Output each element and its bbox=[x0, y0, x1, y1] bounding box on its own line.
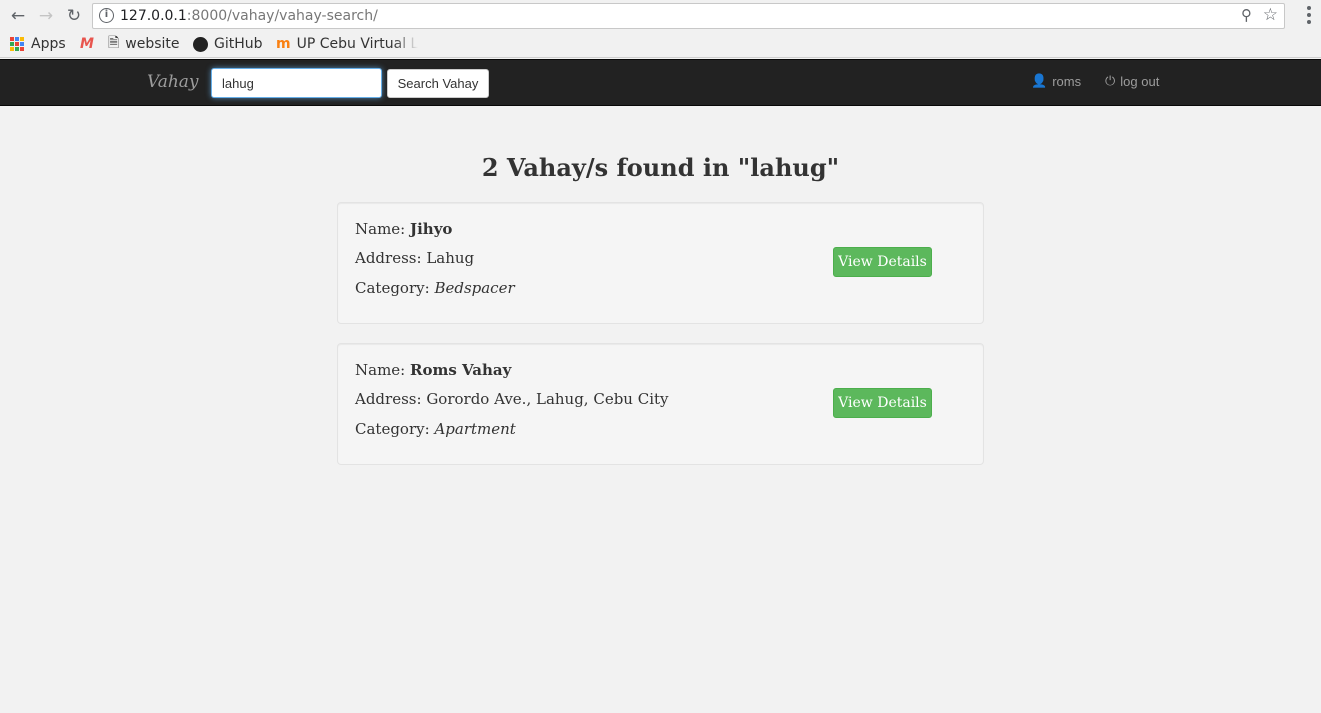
browser-menu-icon[interactable] bbox=[1307, 6, 1311, 24]
bookmark-favicon[interactable]: M bbox=[80, 33, 94, 55]
result-address: Address: Lahug bbox=[355, 249, 475, 267]
info-icon[interactable]: i bbox=[99, 8, 114, 23]
moodle-icon: m bbox=[276, 36, 291, 52]
user-link[interactable]: 👤 roms bbox=[1031, 74, 1081, 89]
user-icon: 👤 bbox=[1031, 74, 1048, 89]
apps-grid-icon bbox=[10, 37, 24, 51]
forward-icon[interactable]: → bbox=[35, 5, 57, 27]
bookmark-label: GitHub bbox=[214, 36, 263, 52]
result-card: Name: Jihyo Address: Lahug Category: Bed… bbox=[337, 202, 984, 324]
power-icon: ⏻ bbox=[1105, 74, 1116, 89]
bookmark-label: UP Cebu Virtual L bbox=[296, 36, 419, 52]
view-details-button[interactable]: View Details bbox=[833, 247, 932, 277]
user-name: roms bbox=[1052, 74, 1082, 89]
bookmarks-bar: Apps M 🗎 website GitHub m UP Cebu Virtua… bbox=[0, 33, 1321, 55]
result-category: Category: Bedspacer bbox=[355, 279, 515, 297]
bookmark-label: website bbox=[125, 36, 180, 52]
logout-label: log out bbox=[1120, 74, 1160, 89]
page-icon: 🗎 bbox=[108, 35, 120, 51]
bookmark-website[interactable]: 🗎 website bbox=[108, 33, 180, 55]
result-card: Name: Roms Vahay Address: Gorordo Ave., … bbox=[337, 343, 984, 465]
bookmark-apps[interactable]: Apps bbox=[10, 33, 66, 55]
result-address: Address: Gorordo Ave., Lahug, Cebu City bbox=[355, 390, 669, 408]
bookmark-star-icon[interactable]: ☆ bbox=[1263, 5, 1278, 25]
view-details-button[interactable]: View Details bbox=[833, 388, 932, 418]
result-category: Category: Apartment bbox=[355, 420, 516, 438]
search-input[interactable] bbox=[211, 68, 382, 98]
bookmark-up-cebu[interactable]: m UP Cebu Virtual L bbox=[276, 33, 418, 55]
url-text[interactable]: 127.0.0.1:8000/vahay/vahay-search/ bbox=[120, 8, 378, 24]
logout-link[interactable]: ⏻ log out bbox=[1105, 74, 1159, 89]
app-navbar: Vahay Search Vahay 👤 roms ⏻ log out bbox=[0, 59, 1321, 106]
zoom-icon[interactable]: ⚲ bbox=[1241, 6, 1252, 24]
browser-chrome: ← → ↻ i 127.0.0.1:8000/vahay/vahay-searc… bbox=[0, 0, 1321, 58]
brand-favicon-icon: M bbox=[80, 36, 94, 52]
address-bar[interactable]: i 127.0.0.1:8000/vahay/vahay-search/ ⚲ ☆ bbox=[92, 3, 1285, 29]
search-button[interactable]: Search Vahay bbox=[387, 69, 489, 98]
brand-logo[interactable]: Vahay bbox=[147, 72, 199, 92]
result-name: Name: Jihyo bbox=[355, 220, 453, 238]
back-icon[interactable]: ← bbox=[7, 5, 29, 27]
bookmark-label: Apps bbox=[31, 36, 66, 52]
result-name: Name: Roms Vahay bbox=[355, 361, 512, 379]
bookmark-github[interactable]: GitHub bbox=[193, 33, 263, 55]
results-heading: 2 Vahay/s found in "lahug" bbox=[481, 153, 840, 182]
github-icon bbox=[193, 36, 208, 52]
reload-icon[interactable]: ↻ bbox=[63, 5, 85, 27]
